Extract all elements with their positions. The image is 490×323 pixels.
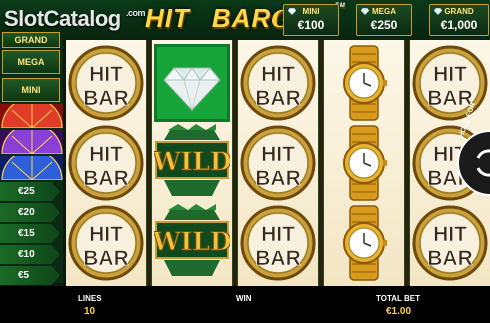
- jackpot-mega-value: €250: [370, 18, 398, 32]
- symbol-bar-text: BAR: [83, 247, 129, 270]
- reel-1: HIT BAR HIT BAR HIT BAR: [66, 40, 146, 286]
- symbol-hit-text: HIT: [261, 63, 295, 86]
- diamond-icon: [288, 8, 296, 15]
- red-wheel-icon: [0, 104, 63, 128]
- reel-divider: [147, 40, 151, 286]
- hit-bar-symbol: HITBAR: [240, 45, 316, 121]
- reel-3: HIT BAR HIT BAR HIT BAR: [238, 40, 318, 286]
- left-mega-button: MEGA: [2, 50, 60, 74]
- total-bet-value: €1.00: [386, 306, 412, 317]
- hit-bar-symbol: HITBAR: [240, 125, 316, 201]
- symbol-bar-text: BAR: [255, 247, 301, 270]
- gold-watch-symbol: [343, 125, 387, 201]
- jackpot-grand: GRAND €1,000: [429, 4, 489, 36]
- win-label: WIN: [236, 294, 252, 303]
- wild-symbol: WILD: [154, 124, 230, 196]
- hit-bar-symbol: HITBAR: [68, 45, 144, 121]
- reel-4: [324, 40, 404, 286]
- reel-2: WILD WILD: [152, 40, 232, 286]
- symbol-bar-text: BAR: [255, 87, 301, 110]
- hit-bar-symbol: HITBAR: [240, 205, 316, 281]
- hit-bar-symbol: HITBAR: [412, 45, 488, 121]
- symbol-bar-text: BAR: [427, 247, 473, 270]
- hit-bar-symbol: HITBAR: [68, 205, 144, 281]
- symbol-wild-text: WILD: [154, 227, 230, 256]
- left-grand-button: GRAND: [2, 32, 60, 48]
- total-bet-label: TOTAL BET: [376, 294, 420, 303]
- jackpot-mini-value: €100: [297, 18, 325, 32]
- lines-label: LINES: [78, 294, 102, 303]
- symbol-hit-text: HIT: [261, 223, 295, 246]
- diamond-symbol: [154, 44, 230, 122]
- left-mini-button: MINI: [2, 78, 60, 102]
- reel-area: HIT BAR HIT BAR HIT BAR WILD WILD HIT BAR HIT BAR HI…: [66, 40, 490, 286]
- hit-bar-symbol: HITBAR: [68, 125, 144, 201]
- hit-bar-symbol: HITBAR: [412, 205, 488, 281]
- bottom-bar: LINES 10 WIN TOTAL BET €1.00: [0, 286, 490, 323]
- wild-symbol: WILD: [154, 204, 230, 276]
- watermark: SlotCatalog .com: [4, 6, 146, 31]
- symbol-hit-text: HIT: [89, 143, 123, 166]
- reel-divider: [319, 40, 323, 286]
- gold-watch-symbol: [343, 205, 387, 281]
- symbol-hit-text: HIT: [433, 63, 467, 86]
- bet-level-15: €15: [0, 224, 60, 243]
- lines-value: 10: [84, 306, 96, 317]
- bet-level-20: €20: [0, 203, 60, 222]
- jackpot-mini: MINI €100: [283, 4, 339, 36]
- symbol-hit-text: HIT: [433, 223, 467, 246]
- purple-wheel-icon: [0, 130, 63, 154]
- symbol-wild-text: WILD: [154, 147, 230, 176]
- symbol-bar-text: BAR: [83, 87, 129, 110]
- bet-level-25: €25: [0, 182, 60, 201]
- hold-for-spin-button[interactable]: [456, 128, 490, 198]
- jackpot-mega: MEGA €250: [356, 4, 412, 36]
- jackpot-grand-value: €1,000: [440, 18, 478, 32]
- diamond-icon: [361, 8, 369, 15]
- top-header: HITBARGoldTM SlotCatalog.com MINI €100 M…: [0, 0, 490, 40]
- diamond-icon: [434, 8, 442, 15]
- symbol-hit-text: HIT: [89, 63, 123, 86]
- symbol-bar-text: BAR: [427, 87, 473, 110]
- gold-watch-symbol: [343, 45, 387, 121]
- symbol-hit-text: HIT: [261, 143, 295, 166]
- bet-level-5: €5: [0, 266, 60, 285]
- symbol-bar-text: BAR: [255, 167, 301, 190]
- left-paytable-panel: GRAND MEGA MINI €25 €20 €15 €10 €5: [0, 32, 63, 285]
- symbol-hit-text: HIT: [89, 223, 123, 246]
- blue-wheel-icon: [0, 156, 63, 180]
- reel-divider: [405, 40, 409, 286]
- reel-divider: [233, 40, 237, 286]
- symbol-bar-text: BAR: [83, 167, 129, 190]
- bet-level-10: €10: [0, 245, 60, 264]
